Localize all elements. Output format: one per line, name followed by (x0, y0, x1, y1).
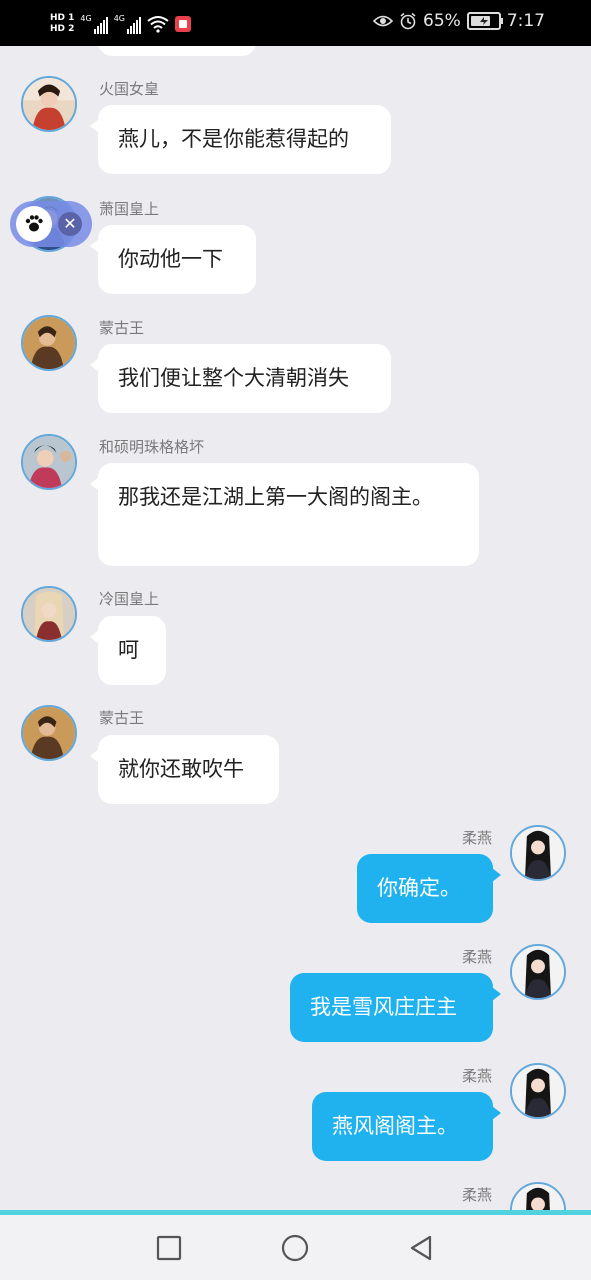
battery-icon (466, 12, 503, 30)
alarm-icon (400, 12, 416, 30)
circle-icon (281, 1234, 309, 1262)
system-nav-bar (0, 1215, 591, 1280)
message-bubble[interactable]: 我们便让整个大清朝消失 (90, 344, 391, 413)
net1-label: 4G (80, 14, 92, 23)
sender-name: 柔燕 (461, 1067, 492, 1085)
message-bubble[interactable]: 那我还是江湖上第一大阁的阁主。 (90, 463, 479, 566)
message-bubble-self[interactable]: 我是雪风庄庄主 (290, 973, 501, 1042)
clock: 7:17 (506, 11, 545, 31)
hd-indicator: HD 1 HD 2 (50, 13, 74, 35)
sender-name: 柔燕 (461, 948, 492, 966)
partial-message-bubble (98, 46, 256, 56)
wifi-icon (147, 16, 169, 33)
message-bubble[interactable]: 就你还敢吹牛 (90, 735, 279, 804)
message-bubble-self[interactable]: 你确定。 (357, 854, 501, 923)
sender-name: 和硕明珠格格坏 (99, 438, 205, 456)
back-button[interactable] (406, 1233, 436, 1263)
sender-name: 柔燕 (461, 1186, 492, 1204)
net2-label: 4G (113, 14, 125, 23)
status-bar: HD 1 HD 2 4G 4G 65% 7:17 (0, 0, 591, 46)
triangle-icon (410, 1235, 432, 1261)
avatar-sender[interactable] (21, 315, 77, 371)
avatar-sender[interactable] (21, 705, 77, 761)
hd2-label: HD 2 (50, 24, 75, 34)
eye-icon (373, 15, 394, 27)
sender-name: 蒙古王 (99, 319, 145, 337)
sender-name: 蒙古王 (99, 709, 145, 727)
avatar-self[interactable] (510, 825, 566, 881)
paw-icon[interactable] (16, 206, 52, 242)
message-bubble[interactable]: 呵 (90, 616, 166, 685)
close-icon[interactable]: ✕ (58, 212, 82, 236)
avatar-self[interactable] (510, 944, 566, 1000)
avatar-sender[interactable] (21, 586, 77, 642)
avatar-self[interactable] (510, 1063, 566, 1119)
message-bubble-self[interactable]: 燕风阁阁主。 (312, 1092, 501, 1161)
sender-name: 柔燕 (461, 829, 492, 847)
floating-assistant-bubble[interactable]: ✕ (10, 201, 92, 247)
message-bubble[interactable]: 你动他一下 (90, 225, 256, 294)
recents-button[interactable] (154, 1233, 184, 1263)
sender-name: 火国女皇 (99, 80, 160, 98)
signal-icon: 4G (80, 14, 108, 34)
avatar-self[interactable] (510, 1182, 566, 1210)
message-bubble[interactable]: 燕儿，不是你能惹得起的 (90, 105, 391, 174)
sender-name: 萧国皇上 (99, 200, 160, 218)
home-button[interactable] (280, 1233, 310, 1263)
signal-icon-2: 4G (114, 14, 141, 34)
notification-app-icon (175, 16, 191, 32)
sender-name: 冷国皇上 (99, 590, 160, 608)
avatar-sender[interactable] (21, 76, 77, 132)
chat-message-list[interactable]: 火国女皇 燕儿，不是你能惹得起的 萧国皇上 你动他一下 ✕ 蒙古王 我们便让整个… (0, 46, 591, 1210)
square-icon (156, 1235, 182, 1261)
hd1-label: HD 1 (50, 13, 75, 23)
battery-percent: 65% (423, 11, 461, 31)
avatar-sender[interactable] (21, 434, 77, 490)
